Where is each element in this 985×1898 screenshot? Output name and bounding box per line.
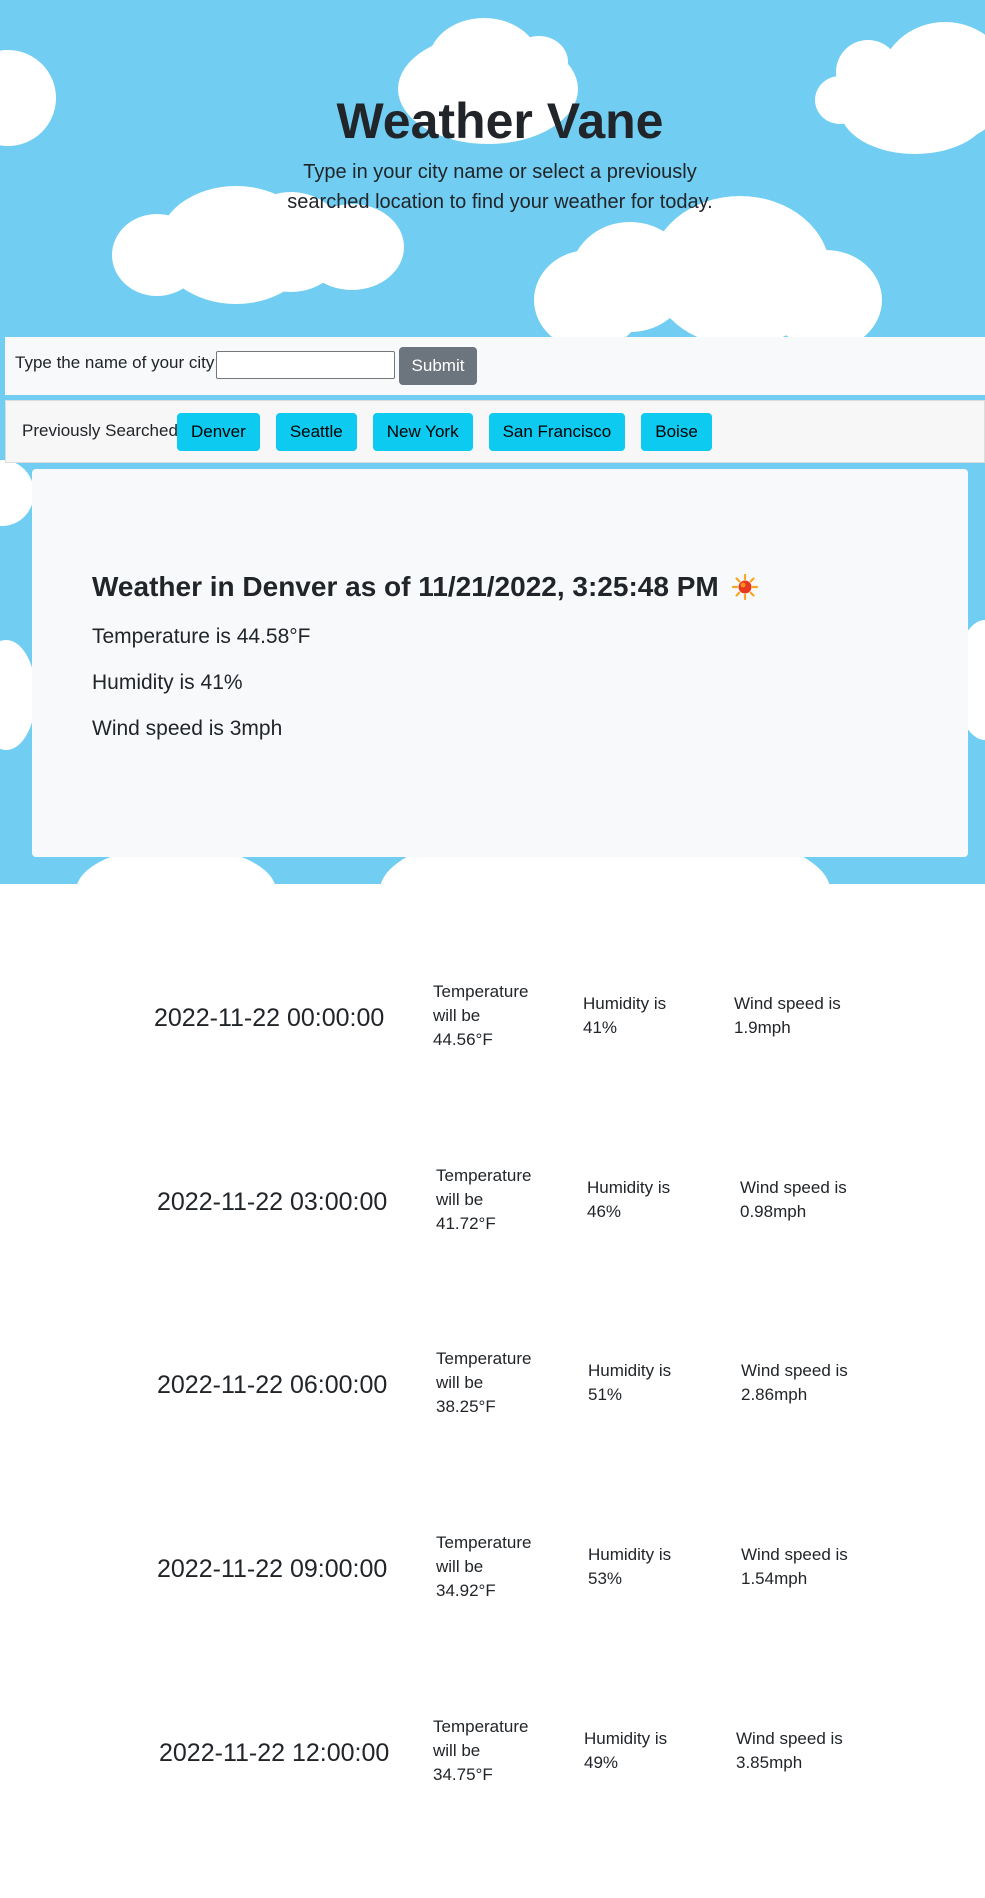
history-city-button[interactable]: Boise [641,413,712,451]
forecast-datetime: 2022-11-22 09:00:00 [157,1555,388,1583]
sun-icon [731,573,759,601]
current-weather-heading-text: Weather in Denver as of 11/21/2022, 3:25… [92,571,719,602]
history-city-button[interactable]: New York [372,413,473,451]
forecast-datetime: 2022-11-22 06:00:00 [157,1371,388,1399]
city-search-form: Type the name of your city: Submit [5,337,985,395]
forecast-row: 2022-11-22 09:00:00 Temperature will be … [0,1523,985,1615]
forecast-wind-speed: Wind speed is 3.85mph [736,1729,843,1772]
history-city-button[interactable]: Denver [177,413,260,451]
current-weather-heading: Weather in Denver as of 11/21/2022, 3:25… [92,571,759,603]
forecast-temperature: Temperature will be 44.56°F [433,982,529,1049]
current-humidity: Humidity is 41% [92,671,243,694]
forecast-humidity: Humidity is 46% [587,1178,671,1221]
forecast-temperature: Temperature will be 41.72°F [436,1166,532,1233]
forecast-row: 2022-11-22 03:00:00 Temperature will be … [0,1156,985,1248]
city-input[interactable] [216,351,395,379]
previously-searched-label: Previously Searched [22,421,178,440]
history-city-button[interactable]: Seattle [275,413,357,451]
forecast-wind-speed: Wind speed is 1.54mph [741,1545,848,1588]
forecast-datetime: 2022-11-22 00:00:00 [154,1004,385,1032]
current-weather-card: Weather in Denver as of 11/21/2022, 3:25… [32,469,968,857]
submit-button[interactable]: Submit [399,347,477,385]
forecast-datetime: 2022-11-22 03:00:00 [157,1188,388,1216]
cloud-shape [0,460,34,526]
cloud-shape [510,36,568,88]
history-city-button[interactable]: San Francisco [488,413,626,451]
current-temperature: Temperature is 44.58°F [92,625,311,648]
cloud-shape [0,640,36,750]
forecast-datetime: 2022-11-22 12:00:00 [159,1739,390,1767]
forecast-wind-speed: Wind speed is 2.86mph [741,1361,848,1404]
forecast-humidity: Humidity is 49% [584,1729,668,1772]
forecast-humidity: Humidity is 53% [588,1545,672,1588]
history-city-list: Denver Seattle New York San Francisco Bo… [177,413,712,451]
forecast-row: 2022-11-22 06:00:00 Temperature will be … [0,1339,985,1431]
current-wind-speed: Wind speed is 3mph [92,717,283,740]
page-title: Weather Vane [336,93,664,149]
forecast-humidity: Humidity is 41% [583,994,667,1037]
page-subtitle: Type in your city name or select a previ… [287,161,713,213]
forecast-temperature: Temperature will be 34.75°F [433,1717,529,1784]
city-input-label: Type the name of your city: [15,353,220,372]
forecast-row: 2022-11-22 12:00:00 Temperature will be … [0,1707,985,1799]
forecast-wind-speed: Wind speed is 0.98mph [740,1178,847,1221]
cloud-shape [770,250,882,350]
forecast-temperature: Temperature will be 38.25°F [436,1349,532,1416]
forecast-temperature: Temperature will be 34.92°F [436,1533,532,1600]
previously-searched-bar: Previously Searched Denver Seattle New Y… [5,400,985,463]
forecast-row: 2022-11-22 00:00:00 Temperature will be … [0,972,985,1064]
forecast-humidity: Humidity is 51% [588,1361,672,1404]
forecast-wind-speed: Wind speed is 1.9mph [734,994,841,1037]
